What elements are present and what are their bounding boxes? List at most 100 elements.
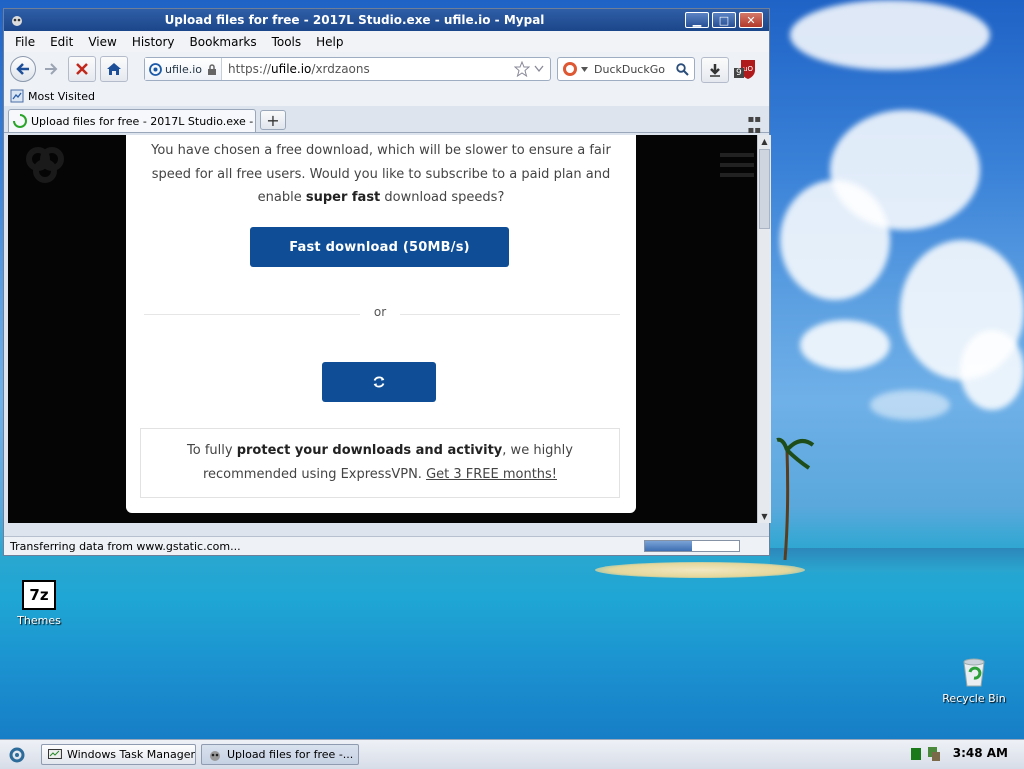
taskbar-item-task-manager[interactable]: Windows Task Manager [41,744,196,765]
arrow-right-icon [45,63,58,75]
progress-fill [645,541,692,551]
slow-download-button[interactable] [322,362,436,402]
menu-edit[interactable]: Edit [50,35,73,49]
raccoon-app-icon [12,16,22,26]
url-prefix: https:// [228,62,272,76]
home-button[interactable] [100,56,128,82]
desktop-icon-themes[interactable]: 7z Themes [14,580,64,627]
maximize-button[interactable]: □ [712,12,736,28]
tray-status-icon[interactable] [911,748,921,760]
vpn-promo-box: To fully protect your downloads and acti… [140,428,620,498]
lock-icon [208,63,217,75]
status-bar: Transferring data from www.gstatic.com..… [4,536,769,555]
tab-list-icon[interactable]: ▪▪ ▪▪ [747,114,761,136]
palm-tree [776,437,815,560]
taskbar-item-label: Windows Task Manager [66,748,195,761]
menu-bar: File Edit View History Bookmarks Tools H… [4,31,769,52]
download-modal: You have chosen a free download, which w… [126,135,636,513]
bookmark-star-icon[interactable] [514,61,530,77]
chevron-down-icon [581,66,588,72]
menu-tools[interactable]: Tools [272,35,302,49]
free-download-message: You have chosen a free download, which w… [140,139,622,210]
site-identity-label: ufile.io [165,62,203,76]
tab-label: Upload files for free - 2017L Studio.exe… [31,114,255,128]
menu-history[interactable]: History [132,35,175,49]
scroll-thumb[interactable] [759,149,770,229]
tab-bar: Upload files for free - 2017L Studio.exe… [4,106,769,136]
tab-active[interactable]: Upload files for free - 2017L Studio.exe… [8,109,256,132]
forward-button[interactable] [40,56,62,82]
dropdown-arrow-icon[interactable] [534,65,544,73]
close-button[interactable]: ✕ [739,12,763,28]
message-text-end: download speeds? [380,190,505,205]
page-content: You have chosen a free download, which w… [8,135,757,523]
or-label: or [373,305,387,319]
desktop-icon-label: Recycle Bin [942,692,1006,705]
plus-icon: + [266,110,280,130]
taskbar: Windows Task Manager Upload files for fr… [0,739,1024,769]
url-path: /xrdzaons [311,62,370,76]
loading-spinner-icon [13,114,27,128]
menu-bookmarks[interactable]: Bookmarks [190,35,257,49]
desktop-icon-label: Themes [17,614,61,627]
addon-badge: 9 [734,68,744,78]
status-text: Transferring data from www.gstatic.com..… [10,539,241,553]
new-tab-button[interactable]: + [260,110,286,130]
message-bold: super fast [305,190,381,205]
recycle-bin-icon [963,658,985,687]
arrow-left-icon [16,63,29,75]
browser-window: Upload files for free - 2017L Studio.exe… [3,8,771,556]
raccoon-app-icon [210,750,220,761]
fast-download-button[interactable]: Fast download (50MB/s) [250,227,509,267]
duckduckgo-icon [563,62,577,76]
stop-x-icon [76,63,88,75]
url-bar[interactable]: ufile.io https://ufile.io/xrdzaons [144,57,551,81]
taskbar-item-label: Upload files for free -... [227,748,354,761]
start-gear-icon [9,747,25,762]
site-identity-button[interactable]: ufile.io [145,58,223,80]
home-icon [107,63,121,75]
clock[interactable]: 3:48 AM [953,746,1008,760]
scroll-down-arrow-icon[interactable]: ▼ [758,510,771,523]
vpn-text: To fully [187,443,237,458]
cloud [790,0,990,70]
download-arrow-icon [710,64,720,77]
menu-view[interactable]: View [88,35,116,49]
vpn-offer-link[interactable]: Get 3 FREE months! [426,467,557,482]
menu-file[interactable]: File [15,35,35,49]
vertical-scrollbar[interactable]: ▲ ▼ [757,135,771,523]
stop-button[interactable] [68,56,96,82]
url-domain: ufile.io [271,62,312,76]
taskbar-item-browser[interactable]: Upload files for free -... [201,744,359,765]
search-engine-placeholder: DuckDuckGo [594,62,665,76]
ublock-addon-button[interactable]: uO 9 [734,58,759,80]
island [595,562,805,578]
scroll-up-arrow-icon[interactable]: ▲ [758,135,771,148]
divider-right [400,314,620,315]
tray-network-icon[interactable] [927,746,941,762]
search-icon[interactable] [676,62,689,76]
start-button[interactable] [6,744,28,765]
window-title: Upload files for free - 2017L Studio.exe… [164,13,545,27]
minimize-button[interactable]: ▁ [685,12,709,28]
hamburger-menu-icon[interactable] [720,153,754,177]
cloud [800,320,890,370]
desktop-icon-recycle-bin[interactable]: Recycle Bin [940,656,1008,705]
most-visited-link[interactable]: Most Visited [28,90,95,103]
task-manager-icon [48,748,62,759]
cloud [960,330,1024,410]
back-button[interactable] [10,56,36,82]
title-bar[interactable]: Upload files for free - 2017L Studio.exe… [4,9,769,31]
status-progress-bar [644,540,740,552]
navigation-toolbar: ufile.io https://ufile.io/xrdzaons DuckD… [4,52,769,86]
divider-left [144,314,360,315]
menu-help[interactable]: Help [316,35,343,49]
site-favicon-icon [149,62,162,76]
refresh-spinner-icon [373,376,385,388]
search-bar[interactable]: DuckDuckGo [557,57,695,81]
cloud [870,390,950,420]
bookmarks-toolbar: Most Visited [4,86,769,106]
downloads-button[interactable] [701,57,729,83]
url-text[interactable]: https://ufile.io/xrdzaons [228,62,514,76]
ufile-logo-icon [26,147,64,183]
